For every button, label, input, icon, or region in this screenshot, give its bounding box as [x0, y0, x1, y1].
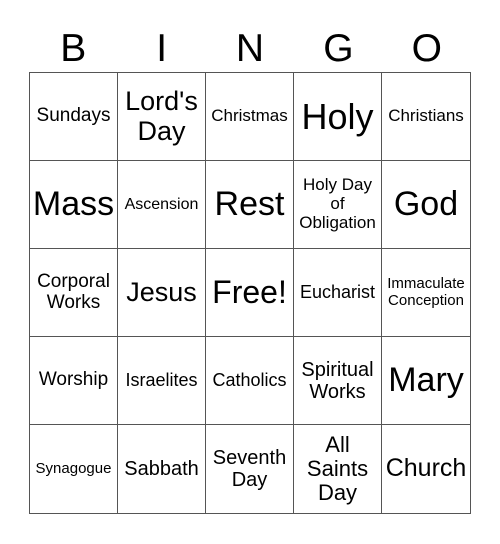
bingo-cell-text: Immaculate Conception [387, 275, 465, 309]
bingo-cell-text: Holy Day of Obligation [299, 175, 376, 232]
bingo-cell[interactable]: God [382, 161, 470, 249]
bingo-cell[interactable]: Rest [206, 161, 294, 249]
bingo-cell-text: Worship [38, 369, 109, 391]
bingo-cell[interactable]: Holy [294, 73, 382, 161]
bingo-cell[interactable]: Free! [206, 249, 294, 337]
header-letter-i: I [156, 27, 168, 70]
bingo-cell-text: Free! [212, 273, 287, 310]
bingo-cell-text: All Saints Day [306, 431, 369, 506]
header-letter-o: O [411, 27, 442, 70]
bingo-cell[interactable]: Israelites [118, 337, 206, 425]
bingo-cell[interactable]: Spiritual Works [294, 337, 382, 425]
bingo-cell[interactable]: Christmas [206, 73, 294, 161]
bingo-cell[interactable]: Holy Day of Obligation [294, 161, 382, 249]
bingo-cell-text: Ascension [124, 195, 199, 213]
bingo-cell-text: Jesus [126, 276, 197, 307]
bingo-cell[interactable]: Immaculate Conception [382, 249, 470, 337]
bingo-cell-text: Eucharist [299, 281, 376, 302]
bingo-cell-text: Catholics [212, 369, 287, 390]
bingo-cell-text: Mary [388, 360, 464, 399]
bingo-cell[interactable]: All Saints Day [294, 425, 382, 513]
bingo-cell-text: Rest [214, 184, 285, 223]
bingo-cell[interactable]: Sundays [30, 73, 118, 161]
bingo-cell-text: Holy [301, 95, 374, 137]
bingo-cell[interactable]: Eucharist [294, 249, 382, 337]
bingo-cell-text: Seventh Day [212, 447, 287, 491]
bingo-cell[interactable]: Catholics [206, 337, 294, 425]
bingo-cell-text: Sabbath [124, 458, 199, 480]
bingo-cell-text: Sundays [36, 105, 111, 127]
bingo-header: B I N G O [29, 26, 471, 72]
bingo-cell-text: Corporal Works [37, 270, 110, 313]
bingo-cell[interactable]: Christians [382, 73, 470, 161]
bingo-grid: Sundays Lord's Day Christmas Holy Christians… [29, 72, 471, 514]
header-letter-n: N [235, 27, 265, 70]
bingo-cell-text: Synagogue [35, 459, 112, 477]
header-letter-b: B [60, 27, 87, 70]
bingo-cell[interactable]: Corporal Works [30, 249, 118, 337]
bingo-cell[interactable]: Sabbath [118, 425, 206, 513]
bingo-cell-text: Lord's Day [125, 85, 198, 146]
bingo-cell-text: Christmas [211, 106, 288, 126]
bingo-cell-text: Mass [32, 184, 115, 223]
header-letter-g: G [323, 27, 354, 70]
bingo-cell[interactable]: Church [382, 425, 470, 513]
bingo-cell-text: Christians [388, 106, 464, 126]
bingo-cell-text: Spiritual Works [301, 358, 374, 403]
bingo-cell-text: Israelites [125, 369, 198, 390]
bingo-cell[interactable]: Lord's Day [118, 73, 206, 161]
bingo-cell[interactable]: Mass [30, 161, 118, 249]
bingo-cell-text: God [393, 184, 459, 223]
bingo-cell-text: Church [385, 454, 467, 483]
bingo-cell[interactable]: Worship [30, 337, 118, 425]
bingo-cell[interactable]: Ascension [118, 161, 206, 249]
bingo-cell[interactable]: Jesus [118, 249, 206, 337]
bingo-cell[interactable]: Mary [382, 337, 470, 425]
bingo-cell[interactable]: Seventh Day [206, 425, 294, 513]
bingo-cell[interactable]: Synagogue [30, 425, 118, 513]
